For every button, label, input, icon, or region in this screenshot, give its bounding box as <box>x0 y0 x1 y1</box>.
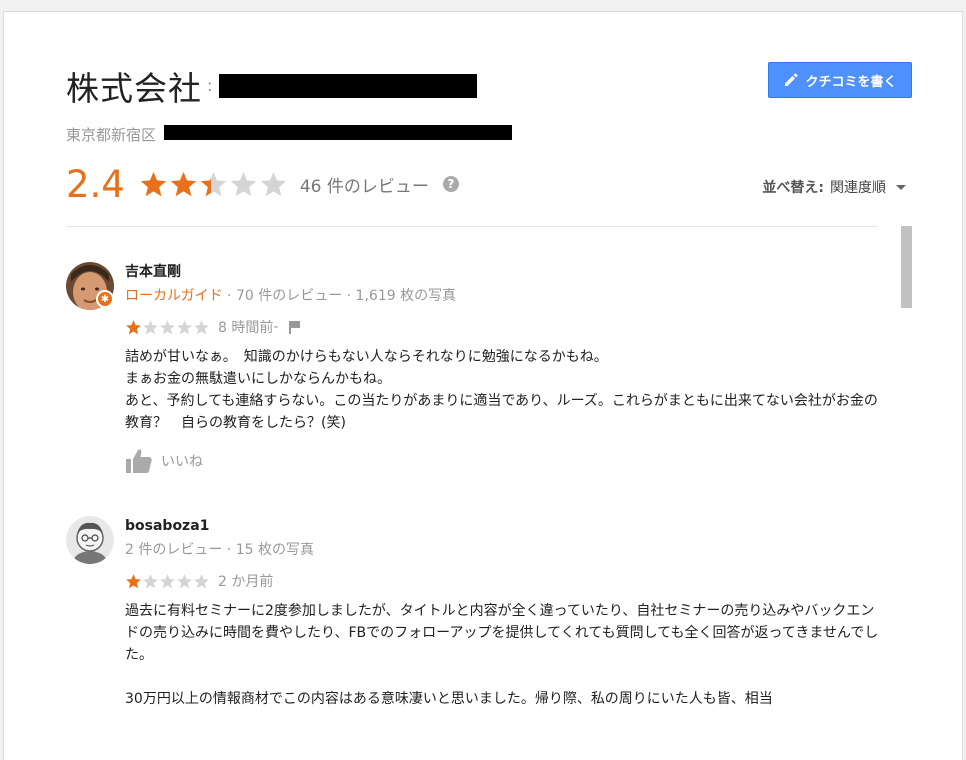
rating-summary: 2.4 46 件のレビュー ? <box>66 162 459 206</box>
avatar[interactable] <box>66 516 114 564</box>
star-icon <box>230 171 257 196</box>
reviewer-meta: ローカルガイド · 70 件のレビュー · 1,619 枚の写真 <box>125 286 885 306</box>
review-count: 46 件のレビュー <box>299 176 429 197</box>
chevron-down-icon[interactable] <box>896 184 906 190</box>
star-icon <box>126 319 141 334</box>
average-rating-stars <box>139 170 288 199</box>
scrollbar-thumb[interactable] <box>901 226 912 308</box>
reviewer-meta: 2 件のレビュー · 15 枚の写真 <box>125 542 314 558</box>
review-stars <box>125 573 210 590</box>
write-review-button[interactable]: クチコミを書く <box>768 62 912 98</box>
like-label: いいね <box>161 454 203 470</box>
reviewer-photo <box>66 516 114 564</box>
review-time: 8 時間前 <box>218 320 274 336</box>
review-time-separator: - <box>273 319 279 335</box>
star-icon <box>170 171 197 196</box>
reviewer-stats: · 70 件のレビュー · 1,619 枚の写真 <box>222 288 457 304</box>
address-prefix: 東京都新宿区 <box>66 126 157 144</box>
sort-label: 並べ替え: <box>762 180 824 196</box>
review-body: 吉本直剛 ローカルガイド · 70 件のレビュー · 1,619 枚の写真 8 … <box>125 262 885 474</box>
average-rating: 2.4 <box>66 162 125 206</box>
redacted-company-name <box>219 74 477 98</box>
place-title: 株式会社 <box>66 69 202 108</box>
flag-icon[interactable] <box>288 320 302 334</box>
review-text: 詰めが甘いなぁ。 知識のかけらもない人ならそれなりに勉強になるかもね。 まぁお金… <box>125 349 878 431</box>
review-rating-row: 8 時間前 - <box>125 318 885 336</box>
star-icon <box>160 319 175 334</box>
star-icon <box>177 319 192 334</box>
star-icon <box>143 319 158 334</box>
star-icon <box>177 573 192 588</box>
sort-control[interactable]: 並べ替え: 関連度順 <box>762 177 906 197</box>
write-review-label: クチコミを書く <box>805 74 897 90</box>
divider <box>66 226 878 227</box>
review-text: 過去に有料セミナーに2度参加しましたが、タイトルと内容が全く違っていたり、自社セ… <box>125 603 879 707</box>
star-icon <box>160 573 175 588</box>
title-colon: : <box>207 76 213 95</box>
reviewer-name[interactable]: bosaboza1 <box>125 516 885 536</box>
review-body: bosaboza1 2 件のレビュー · 15 枚の写真 2 か月前 過去に有料… <box>125 516 885 710</box>
reviews-dialog: 株式会社 : 東京都新宿区 クチコミを書く 2.4 46 件のレビュー ? 並べ… <box>3 11 963 760</box>
star-icon <box>143 573 158 588</box>
place-address: 東京都新宿区 <box>66 124 156 145</box>
place-title-row: 株式会社 <box>66 64 202 108</box>
pencil-icon <box>785 73 798 86</box>
review-stars <box>125 319 210 336</box>
star-icon <box>200 171 227 196</box>
local-guide-badge-icon: ✱ <box>96 290 114 308</box>
star-icon <box>140 171 167 196</box>
review-time: 2 か月前 <box>218 574 274 590</box>
star-icon <box>194 319 209 334</box>
like-button[interactable]: いいね <box>125 448 885 474</box>
reviewer-name[interactable]: 吉本直剛 <box>125 262 885 282</box>
redacted-address <box>164 125 512 140</box>
local-guide-label[interactable]: ローカルガイド <box>125 288 223 304</box>
review-rating-row: 2 か月前 <box>125 572 885 590</box>
help-icon[interactable]: ? <box>442 176 459 192</box>
thumbs-up-icon <box>126 449 152 473</box>
star-icon <box>194 573 209 588</box>
star-icon <box>260 171 287 196</box>
sort-value[interactable]: 関連度順 <box>830 177 886 197</box>
star-icon <box>126 573 141 588</box>
